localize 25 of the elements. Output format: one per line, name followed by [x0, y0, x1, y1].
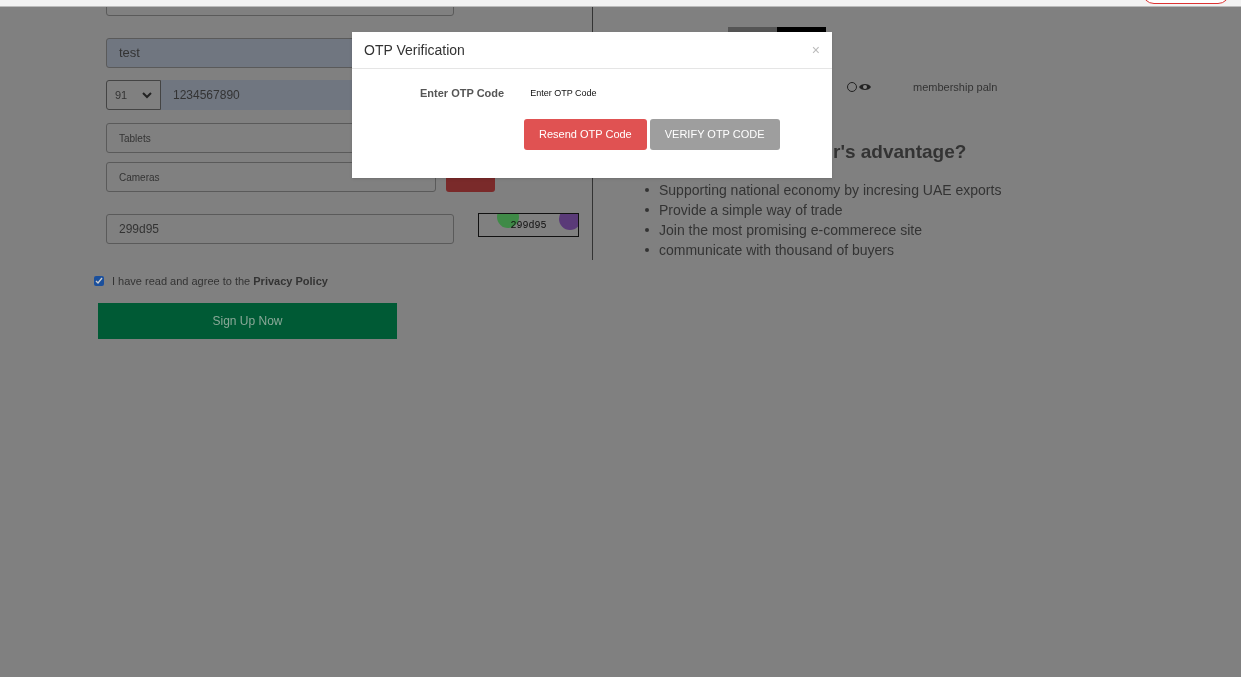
advantage-item: Supporting national economy by incresing UAE exports: [659, 180, 1002, 200]
eye-icon: [859, 83, 871, 92]
advantage-heading: r's advantage?: [833, 139, 968, 164]
advantage-item: Join the most promising e-commerece site: [659, 220, 922, 240]
check-icon: [95, 277, 103, 286]
bullet-icon: [645, 228, 649, 232]
dialog-title: OTP Verification: [364, 40, 465, 60]
bullet-icon: [645, 188, 649, 192]
sign-up-button[interactable]: Sign Up Now: [98, 302, 397, 339]
chevron-down-icon: [142, 91, 152, 99]
otp-button[interactable]: VERIFY OTP CODE: [649, 118, 780, 150]
advantage-item: Provide a simple way of trade: [659, 200, 843, 220]
country-code-select[interactable]: 91: [106, 80, 161, 110]
captcha-input[interactable]: 299d95: [106, 214, 454, 244]
bullet-icon: [645, 248, 649, 252]
bullet-icon: [645, 208, 649, 212]
close-button[interactable]: ×: [811, 43, 820, 57]
plan-label: membership paln: [913, 80, 998, 95]
otp-button[interactable]: Resend OTP Code: [524, 118, 647, 150]
otp-label: Enter OTP Code: [420, 86, 505, 101]
advantage-item: communicate with thousand of buyers: [659, 240, 894, 260]
captcha-text: 299d95: [510, 218, 547, 233]
agree-checkbox[interactable]: [94, 276, 104, 287]
agree-text: I have read and agree to the Privacy Policy: [112, 274, 328, 289]
otp-input[interactable]: Enter OTP Code: [530, 86, 711, 100]
